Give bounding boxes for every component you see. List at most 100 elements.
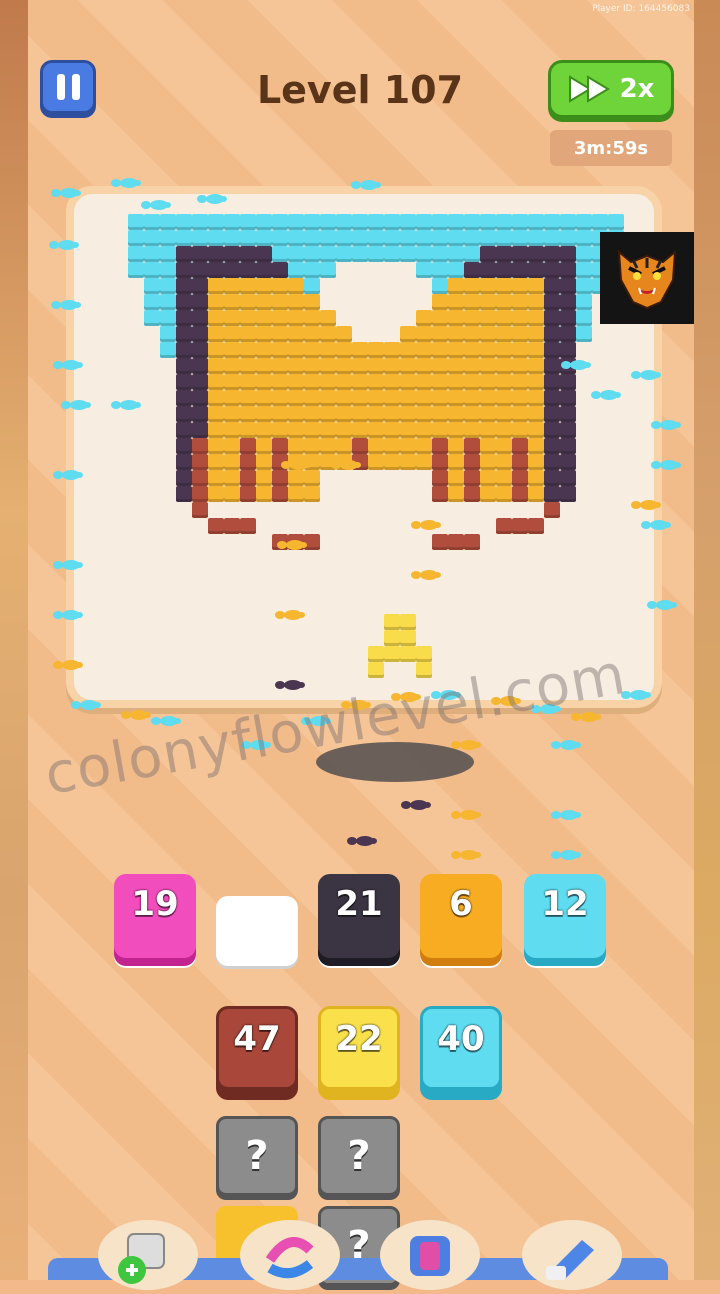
mosaic-cell	[528, 374, 544, 390]
tiger-head-icon	[617, 249, 677, 310]
slot-count: 21	[335, 884, 383, 924]
mosaic-cell	[256, 358, 272, 374]
mosaic-cell	[496, 438, 512, 454]
mosaic-cell	[528, 486, 544, 502]
mystery-tile[interactable]: ?	[216, 1116, 298, 1196]
mystery-tile[interactable]: ?	[318, 1116, 400, 1196]
mosaic-cell	[400, 246, 416, 262]
mosaic-cell	[384, 454, 400, 470]
mosaic-cell	[256, 374, 272, 390]
mosaic-cell	[592, 214, 608, 230]
mosaic-cell	[272, 326, 288, 342]
mosaic-cell	[496, 406, 512, 422]
ant	[277, 540, 307, 550]
mosaic-cell	[256, 214, 272, 230]
mosaic-cell	[432, 278, 448, 294]
mosaic-cell	[160, 262, 176, 278]
mosaic-cell	[288, 326, 304, 342]
mosaic-cell	[512, 406, 528, 422]
mosaic-cell	[544, 486, 560, 502]
queue-tile[interactable]: 40	[420, 1006, 502, 1090]
mosaic-cell	[176, 374, 192, 390]
mosaic-cell	[400, 406, 416, 422]
mosaic-cell	[208, 454, 224, 470]
mosaic-cell	[192, 342, 208, 358]
mosaic-cell	[304, 534, 320, 550]
speed-button[interactable]: 2x	[548, 60, 674, 118]
mosaic-cell	[192, 278, 208, 294]
mosaic-cell	[240, 230, 256, 246]
ant	[331, 460, 361, 470]
mosaic-cell	[480, 470, 496, 486]
mosaic-cell	[560, 262, 576, 278]
queue-tile[interactable]: 22	[318, 1006, 400, 1090]
empty-slot[interactable]	[216, 896, 298, 966]
mosaic-cell	[304, 406, 320, 422]
mosaic-cell	[512, 262, 528, 278]
mosaic-cell	[480, 374, 496, 390]
mosaic-cell	[352, 438, 368, 454]
mosaic-cell	[352, 358, 368, 374]
mosaic-cell	[304, 422, 320, 438]
mosaic-cell	[480, 438, 496, 454]
mosaic-cell	[432, 390, 448, 406]
mosaic-cell	[560, 230, 576, 246]
ant	[53, 610, 83, 620]
mosaic-cell	[464, 470, 480, 486]
mosaic-cell	[464, 230, 480, 246]
level-timer: 3m:59s	[550, 130, 672, 166]
mosaic-cell	[432, 326, 448, 342]
queue-tile[interactable]: 47	[216, 1006, 298, 1090]
mosaic-cell	[432, 486, 448, 502]
mosaic-cell	[560, 310, 576, 326]
mosaic-cell	[400, 374, 416, 390]
mosaic-cell	[384, 614, 400, 630]
mosaic-cell	[384, 438, 400, 454]
mosaic-cell	[432, 246, 448, 262]
mosaic-cell	[288, 422, 304, 438]
player-id: Player ID: 164456083	[592, 4, 690, 14]
mosaic-cell	[448, 246, 464, 262]
mosaic-cell	[544, 390, 560, 406]
ant	[551, 810, 581, 820]
mosaic-cell	[176, 342, 192, 358]
mosaic-cell	[416, 374, 432, 390]
mosaic-cell	[128, 262, 144, 278]
mosaic-cell	[288, 310, 304, 326]
mosaic-cell	[400, 630, 416, 646]
slot-tile[interactable]: 19	[114, 874, 196, 958]
mosaic-cell	[528, 390, 544, 406]
mosaic-cell	[448, 310, 464, 326]
mosaic-cell	[240, 310, 256, 326]
mosaic-cell	[560, 326, 576, 342]
mosaic-cell	[336, 246, 352, 262]
mosaic-cell	[224, 342, 240, 358]
mosaic-cell	[224, 278, 240, 294]
mosaic-cell	[448, 278, 464, 294]
mosaic-cell	[208, 422, 224, 438]
mosaic-cell	[496, 518, 512, 534]
mosaic-cell	[400, 646, 416, 662]
mosaic-cell	[304, 342, 320, 358]
mosaic-cell	[176, 326, 192, 342]
mosaic-cell	[240, 422, 256, 438]
mosaic-cell	[576, 278, 592, 294]
mosaic-cell	[480, 406, 496, 422]
slot-tile[interactable]: 6	[420, 874, 502, 958]
slot-tile[interactable]: 21	[318, 874, 400, 958]
mosaic-cell	[224, 374, 240, 390]
mosaic-cell	[384, 246, 400, 262]
mosaic-cell	[528, 342, 544, 358]
mosaic-cell	[416, 326, 432, 342]
mosaic-cell	[448, 262, 464, 278]
mosaic-cell	[224, 294, 240, 310]
mosaic-cell	[544, 230, 560, 246]
mosaic-cell	[496, 246, 512, 262]
mosaic-cell	[176, 422, 192, 438]
mosaic-cell	[448, 390, 464, 406]
slot-tile[interactable]: 12	[524, 874, 606, 958]
mosaic-cell	[528, 214, 544, 230]
mosaic-cell	[208, 326, 224, 342]
mosaic-cell	[512, 230, 528, 246]
mosaic-cell	[544, 214, 560, 230]
